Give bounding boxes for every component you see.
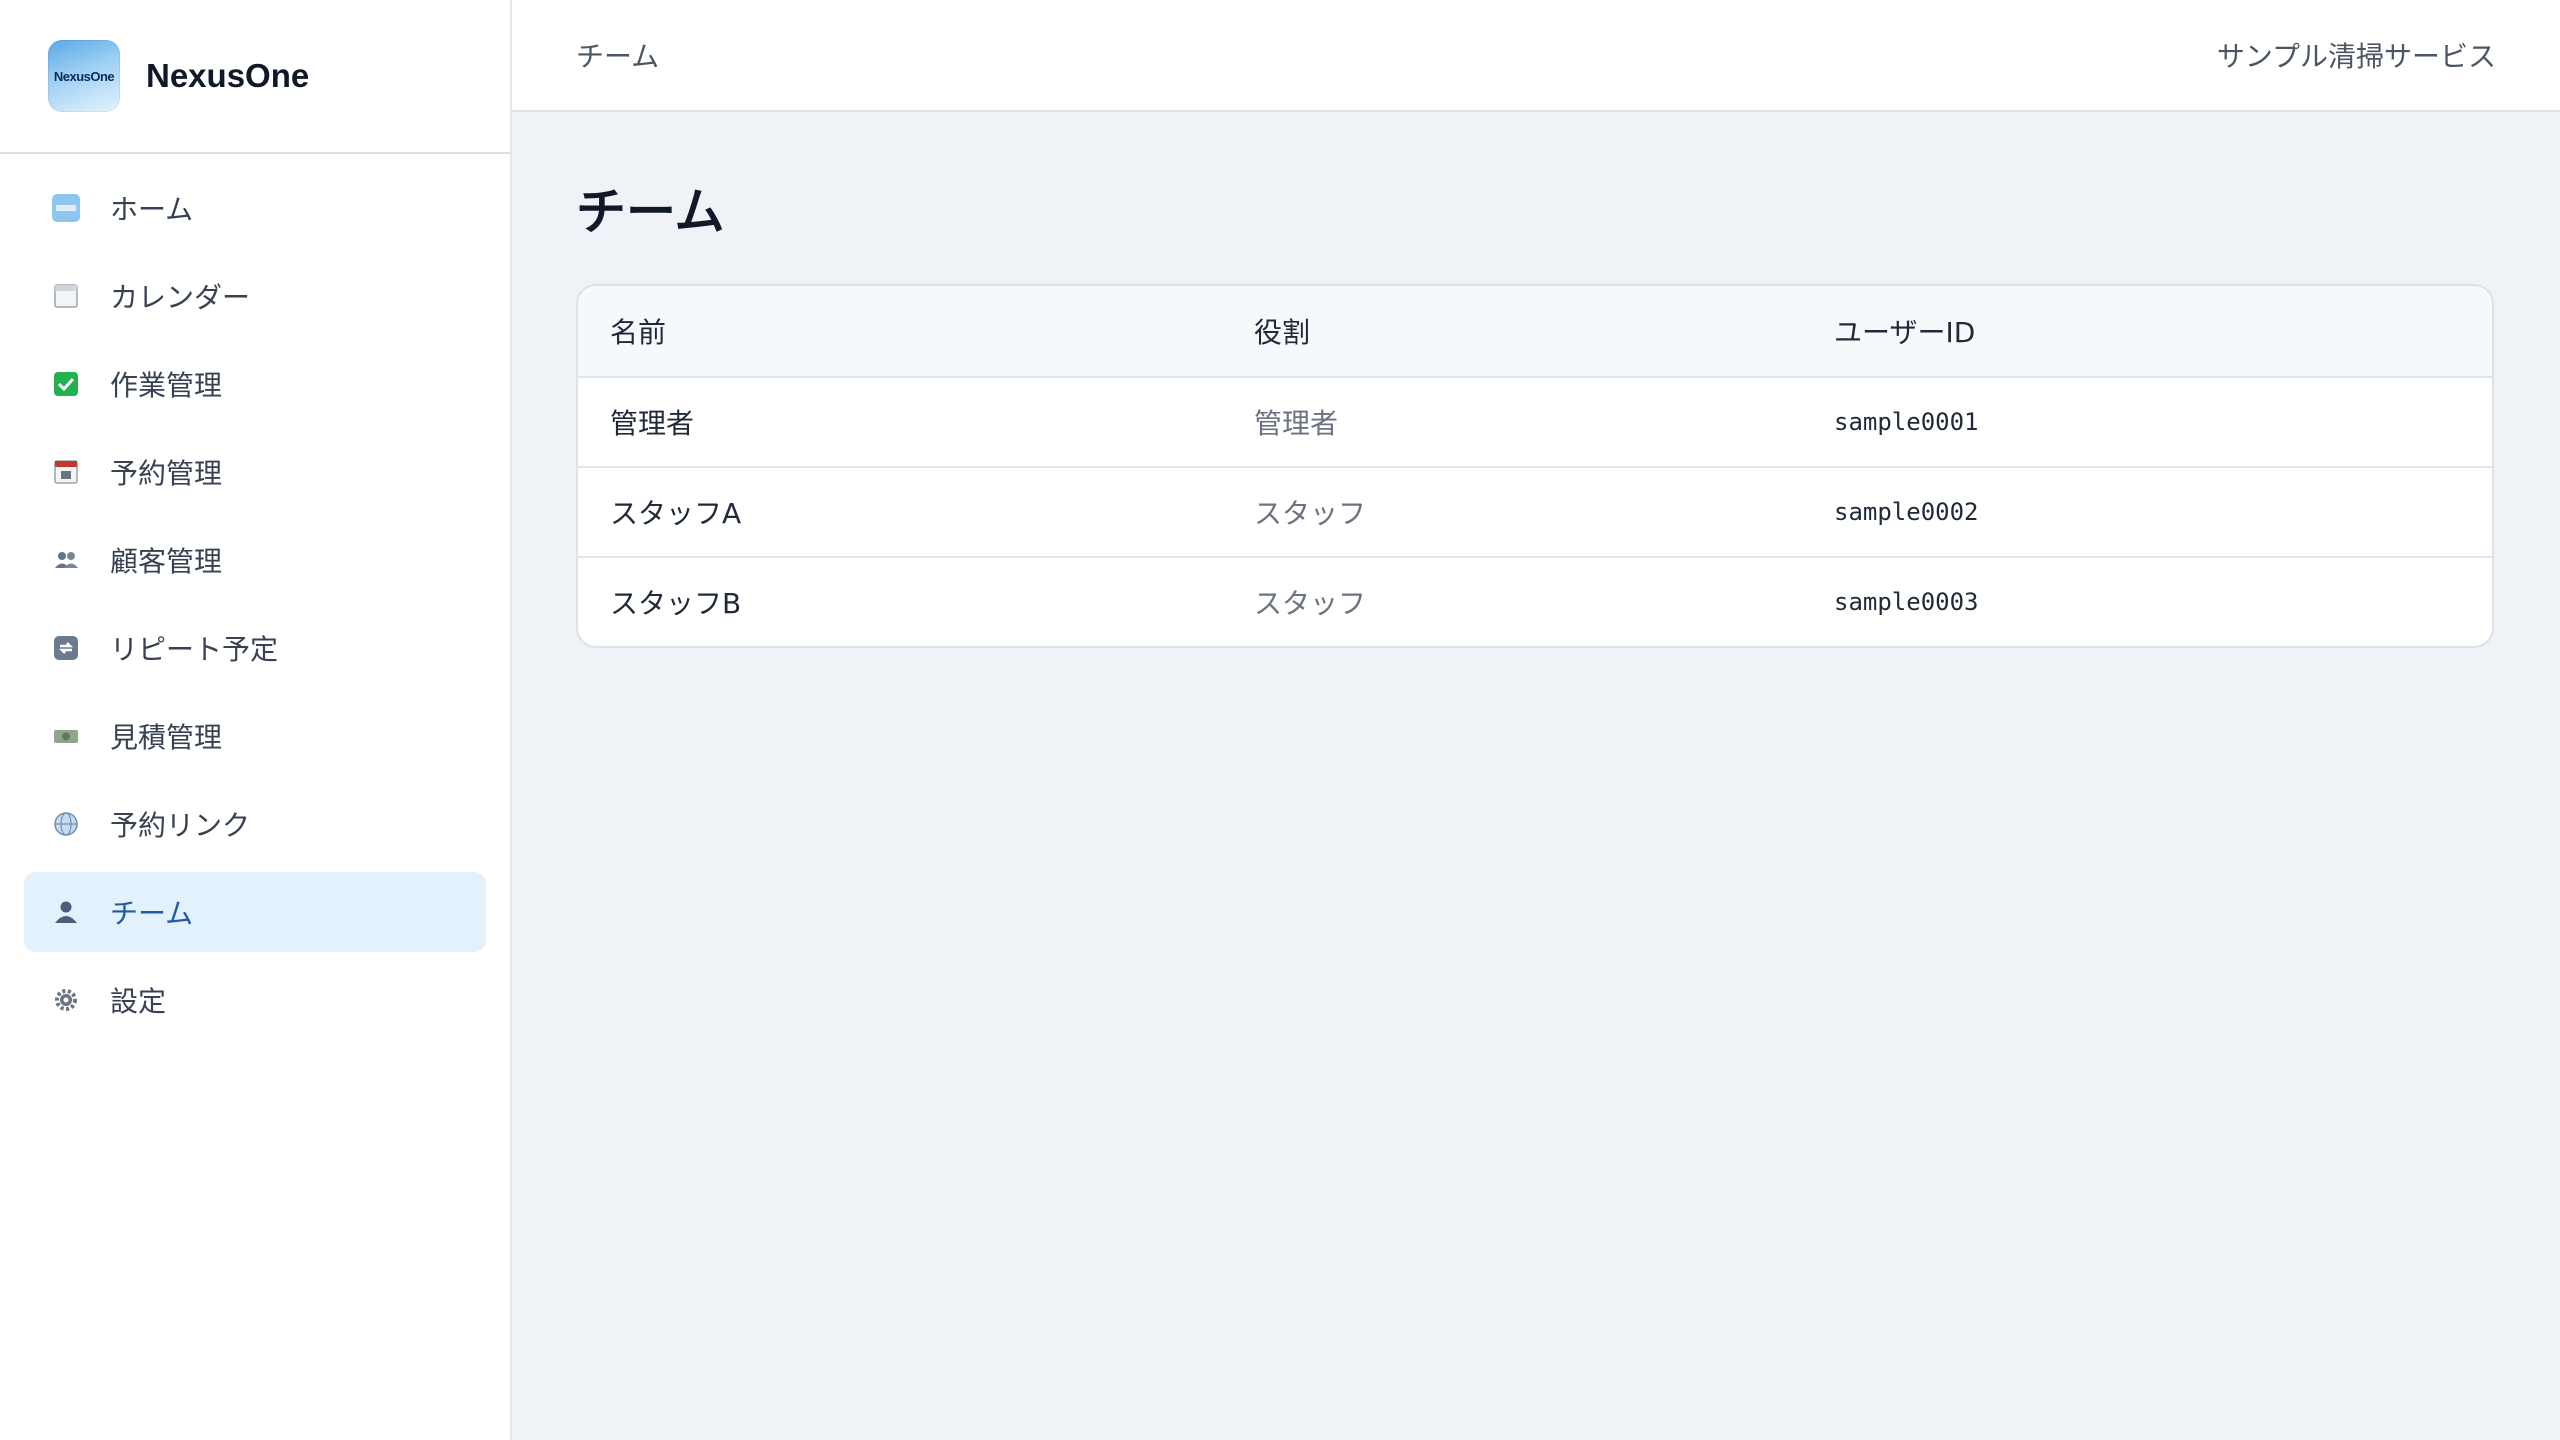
table-header-row: 名前 役割 ユーザーID xyxy=(578,286,2492,376)
sidebar-item-team[interactable]: チーム xyxy=(24,872,486,952)
company-name: サンプル清掃サービス xyxy=(2216,40,2496,73)
brand-name: NexusOne xyxy=(146,57,310,94)
sidebar-item-settings[interactable]: 設定 xyxy=(24,960,486,1040)
column-header-role: 役割 xyxy=(1254,316,1311,349)
globe-icon xyxy=(46,804,86,844)
member-user-id: sample0001 xyxy=(1834,408,1979,436)
breadcrumb: チーム xyxy=(576,40,660,73)
member-role: スタッフ xyxy=(1254,497,1367,530)
app: NexusOne NexusOne ホーム カレンダー 作業管理 予約管理 顧客… xyxy=(0,0,2560,1440)
member-name: スタッフB xyxy=(610,587,742,620)
gear-icon xyxy=(46,980,86,1020)
member-role: 管理者 xyxy=(1254,407,1339,440)
nexusone-logo-icon[interactable]: NexusOne xyxy=(48,40,120,112)
calendar-icon xyxy=(46,276,86,316)
sidebar-item-label: 設定 xyxy=(110,985,167,1018)
sidebar-item-label: カレンダー xyxy=(110,281,251,314)
sidebar-item-label: ホーム xyxy=(110,193,194,226)
member-user-id: sample0002 xyxy=(1834,498,1979,526)
sidebar-item-reservations[interactable]: 予約管理 xyxy=(24,432,486,512)
member-user-id: sample0003 xyxy=(1834,588,1979,616)
sidebar-nav: ホーム カレンダー 作業管理 予約管理 顧客管理 リピート予定 見積管理 予約リ… xyxy=(0,154,510,1040)
team-table: 名前 役割 ユーザーID 管理者 管理者 sample0001 スタッフA スタ… xyxy=(576,284,2494,648)
content: チーム 名前 役割 ユーザーID 管理者 管理者 sample0001 スタッフ… xyxy=(512,112,2560,648)
sidebar-item-label: 予約管理 xyxy=(110,457,223,490)
person-icon xyxy=(46,892,86,932)
people-icon xyxy=(46,540,86,580)
checkmark-icon xyxy=(46,364,86,404)
sidebar-item-customers[interactable]: 顧客管理 xyxy=(24,520,486,600)
sidebar-item-label: 顧客管理 xyxy=(110,545,223,578)
sidebar: NexusOne NexusOne ホーム カレンダー 作業管理 予約管理 顧客… xyxy=(0,0,512,1440)
sidebar-item-estimates[interactable]: 見積管理 xyxy=(24,696,486,776)
logo-text: NexusOne xyxy=(53,68,115,84)
column-header-name: 名前 xyxy=(610,316,667,349)
sidebar-item-label: チーム xyxy=(110,897,194,930)
topbar: チーム サンプル清掃サービス xyxy=(512,0,2560,112)
table-row[interactable]: スタッフB スタッフ sample0003 xyxy=(578,556,2492,646)
main-area: チーム サンプル清掃サービス チーム 名前 役割 ユーザーID 管理者 管理者 … xyxy=(512,0,2560,1440)
member-name: 管理者 xyxy=(610,407,695,440)
sidebar-item-booking-link[interactable]: 予約リンク xyxy=(24,784,486,864)
sidebar-item-label: 見積管理 xyxy=(110,721,223,754)
home-logo-icon xyxy=(46,188,86,228)
member-role: スタッフ xyxy=(1254,587,1367,620)
date-calendar-icon xyxy=(46,452,86,492)
sidebar-item-calendar[interactable]: カレンダー xyxy=(24,256,486,336)
sidebar-item-label: 予約リンク xyxy=(110,809,251,842)
sidebar-item-repeat[interactable]: リピート予定 xyxy=(24,608,486,688)
sidebar-item-tasks[interactable]: 作業管理 xyxy=(24,344,486,424)
repeat-icon xyxy=(46,628,86,668)
sidebar-item-home[interactable]: ホーム xyxy=(24,168,486,248)
member-name: スタッフA xyxy=(610,497,742,530)
column-header-user-id: ユーザーID xyxy=(1834,316,1976,349)
sidebar-item-label: リピート予定 xyxy=(110,633,279,666)
brand-header: NexusOne NexusOne xyxy=(0,0,510,154)
table-row[interactable]: スタッフA スタッフ sample0002 xyxy=(578,466,2492,556)
page-title: チーム xyxy=(576,183,725,241)
table-row[interactable]: 管理者 管理者 sample0001 xyxy=(578,376,2492,466)
sidebar-item-label: 作業管理 xyxy=(110,369,223,402)
money-icon xyxy=(46,716,86,756)
